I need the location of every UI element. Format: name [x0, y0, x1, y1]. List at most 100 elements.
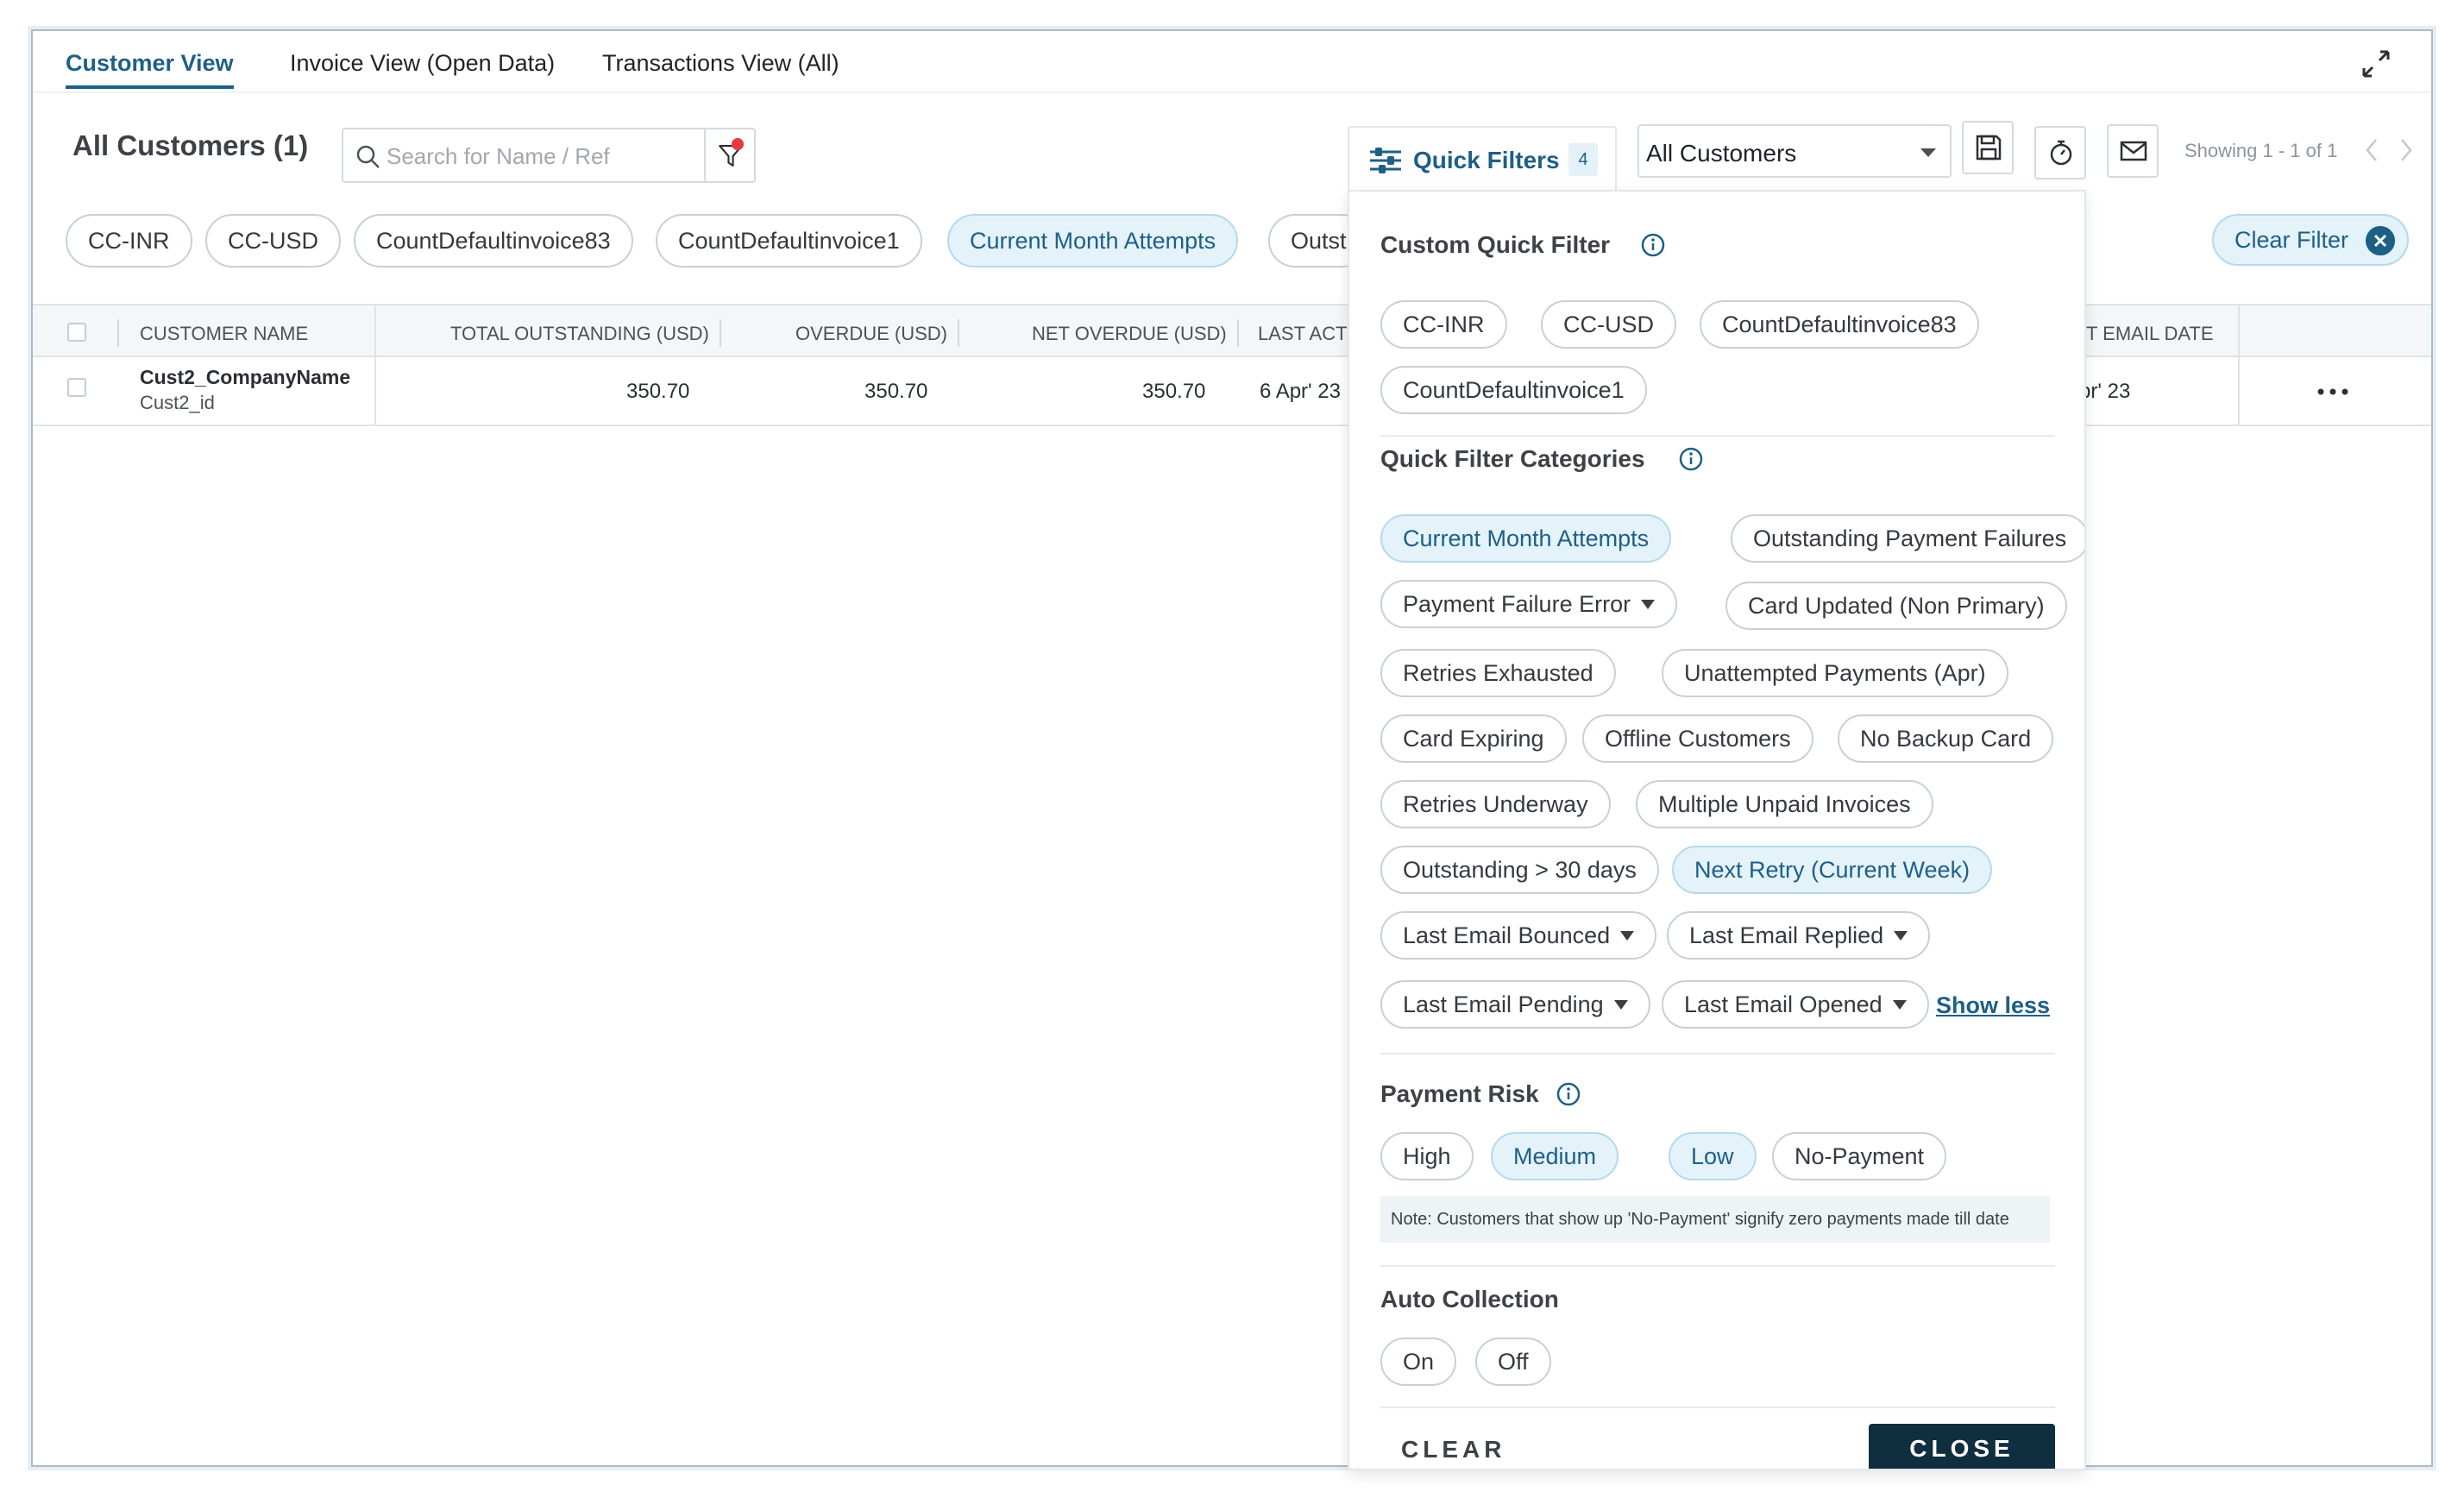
auto-collection-title: Auto Collection: [1380, 1286, 1559, 1312]
custom-chip-countdefaultinvoice83[interactable]: CountDefaultinvoice83: [1700, 300, 1979, 349]
category-chip-outstanding-payment-failures[interactable]: Outstanding Payment Failures: [1731, 514, 2084, 563]
section-divider: [1380, 1053, 2055, 1054]
tab-invoice-view[interactable]: Invoice View (Open Data): [290, 50, 555, 77]
customer-id: Cust2_id: [140, 392, 215, 413]
expand-icon[interactable]: [2359, 47, 2393, 81]
tab-customer-view[interactable]: Customer View: [66, 50, 234, 89]
filter-button[interactable]: [704, 128, 756, 183]
column-divider: [958, 319, 959, 347]
category-chip-next-retry-current-week[interactable]: Next Retry (Current Week): [1672, 846, 1993, 894]
chevron-left-icon[interactable]: [2360, 136, 2383, 164]
customer-company-name[interactable]: Cust2_CompanyName: [140, 366, 350, 389]
close-button[interactable]: CLOSE: [1869, 1424, 2055, 1469]
category-chip-retries-exhausted[interactable]: Retries Exhausted: [1380, 649, 1616, 697]
category-chip-current-month-attempts[interactable]: Current Month Attempts: [1380, 514, 1672, 563]
filter-active-dot: [732, 138, 744, 150]
clear-filter-label: Clear Filter: [2235, 227, 2349, 253]
cell-overdue: 350.70: [864, 380, 928, 403]
row-checkbox[interactable]: [67, 378, 86, 397]
col-customer-name[interactable]: CUSTOMER NAME: [140, 323, 308, 345]
save-view-button[interactable]: [1962, 121, 2014, 174]
chevron-right-icon[interactable]: [2395, 136, 2417, 164]
info-icon[interactable]: [1679, 447, 1703, 471]
active-chip-cc-usd[interactable]: CC-USD: [205, 214, 341, 268]
customer-segment-value: All Customers: [1646, 140, 1797, 167]
auto-collection-chip-on[interactable]: On: [1380, 1338, 1457, 1386]
chevron-down-icon: [1920, 148, 1936, 157]
save-icon: [1976, 135, 2002, 160]
clear-filter-button[interactable]: Clear Filter: [2212, 214, 2409, 266]
section-divider: [1380, 435, 2055, 437]
payment-risk-title: Payment Risk: [1380, 1080, 1539, 1107]
section-divider: [1380, 1407, 2055, 1408]
email-button[interactable]: [2107, 124, 2159, 178]
custom-quick-filter-title: Custom Quick Filter: [1380, 231, 1611, 258]
custom-chip-cc-inr[interactable]: CC-INR: [1380, 300, 1507, 349]
col-net-overdue[interactable]: NET OVERDUE (USD): [1032, 323, 1227, 345]
more-options-icon[interactable]: [2316, 385, 2350, 399]
cell-net-overdue: 350.70: [1142, 380, 1206, 403]
clear-button[interactable]: CLEAR: [1401, 1436, 1505, 1463]
category-chip-last-email-bounced[interactable]: Last Email Bounced: [1380, 911, 1657, 960]
active-chip-countdefaultinvoice83[interactable]: CountDefaultinvoice83: [354, 214, 633, 268]
pagination-status: Showing 1 - 1 of 1: [2184, 140, 2338, 161]
show-less-link[interactable]: Show less: [1936, 992, 2050, 1019]
category-chip-last-email-pending[interactable]: Last Email Pending: [1380, 980, 1650, 1029]
sliders-icon: [1370, 148, 1401, 173]
cell-total-outstanding: 350.70: [626, 380, 690, 403]
risk-chip-low[interactable]: Low: [1669, 1132, 1757, 1180]
customer-segment-select[interactable]: All Customers: [1637, 124, 1952, 178]
actions-column-border: [2238, 304, 2240, 426]
mail-icon: [2120, 141, 2147, 161]
app-window: Customer View Invoice View (Open Data) T…: [31, 29, 2433, 1470]
frozen-column-border: [374, 304, 376, 426]
schedule-button[interactable]: [2034, 126, 2086, 179]
col-last-activity[interactable]: LAST ACT: [1258, 323, 1348, 345]
category-chip-payment-failure-error[interactable]: Payment Failure Error: [1380, 580, 1678, 628]
category-chip-last-email-opened[interactable]: Last Email Opened: [1662, 980, 1929, 1029]
category-chip-card-expiring[interactable]: Card Expiring: [1380, 714, 1567, 763]
risk-chip-no-payment[interactable]: No-Payment: [1772, 1132, 1947, 1180]
category-chip-offline-customers[interactable]: Offline Customers: [1582, 714, 1813, 763]
caret-down-icon: [1620, 931, 1635, 941]
category-chip-no-backup-card[interactable]: No Backup Card: [1838, 714, 2054, 763]
active-chip-cc-inr[interactable]: CC-INR: [66, 214, 192, 268]
column-divider: [720, 319, 721, 347]
quick-filter-categories-title: Quick Filter Categories: [1380, 445, 1645, 472]
stopwatch-icon: [2050, 140, 2072, 166]
category-chip-outstanding-over-30-days[interactable]: Outstanding > 30 days: [1380, 846, 1659, 894]
caret-down-icon: [1613, 1000, 1628, 1010]
risk-chip-high[interactable]: High: [1380, 1132, 1474, 1180]
column-divider: [117, 319, 119, 347]
page-title: All Customers (1): [72, 129, 309, 161]
tab-transactions-view[interactable]: Transactions View (All): [602, 50, 839, 77]
quick-filters-panel: Custom Quick Filter CC-INR CC-USD CountD…: [1348, 190, 2086, 1470]
auto-collection-chip-off[interactable]: Off: [1475, 1338, 1551, 1386]
active-chip-current-month-attempts[interactable]: Current Month Attempts: [947, 214, 1239, 268]
search-input[interactable]: [387, 138, 706, 174]
search-box[interactable]: [342, 128, 720, 183]
category-chip-last-email-replied[interactable]: Last Email Replied: [1667, 911, 1931, 960]
custom-chip-cc-usd[interactable]: CC-USD: [1541, 300, 1676, 349]
category-chip-unattempted-payments[interactable]: Unattempted Payments (Apr): [1662, 649, 2008, 697]
payment-risk-note: Note: Customers that show up 'No-Payment…: [1380, 1196, 2050, 1243]
search-icon: [356, 145, 380, 168]
cell-last-email-date: pr' 23: [2079, 380, 2131, 403]
quick-filters-label: Quick Filters: [1413, 147, 1560, 173]
caret-down-icon: [1641, 600, 1656, 609]
custom-chip-countdefaultinvoice1[interactable]: CountDefaultinvoice1: [1380, 366, 1647, 414]
active-chip-countdefaultinvoice1[interactable]: CountDefaultinvoice1: [656, 214, 922, 268]
category-chip-card-updated[interactable]: Card Updated (Non Primary): [1725, 582, 2067, 630]
col-last-email-date[interactable]: T EMAIL DATE: [2086, 323, 2214, 345]
info-icon[interactable]: [1641, 233, 1665, 257]
info-icon[interactable]: [1556, 1082, 1581, 1106]
section-divider: [1380, 1265, 2055, 1267]
col-total-outstanding[interactable]: TOTAL OUTSTANDING (USD): [450, 323, 709, 345]
quick-filters-button[interactable]: Quick Filters 4: [1348, 126, 1617, 192]
risk-chip-medium[interactable]: Medium: [1491, 1132, 1619, 1180]
cell-last-activity: 6 Apr' 23: [1260, 380, 1341, 403]
category-chip-retries-underway[interactable]: Retries Underway: [1380, 780, 1611, 828]
select-all-checkbox[interactable]: [67, 323, 86, 342]
category-chip-multiple-unpaid-invoices[interactable]: Multiple Unpaid Invoices: [1636, 780, 1933, 828]
col-overdue[interactable]: OVERDUE (USD): [795, 323, 947, 345]
